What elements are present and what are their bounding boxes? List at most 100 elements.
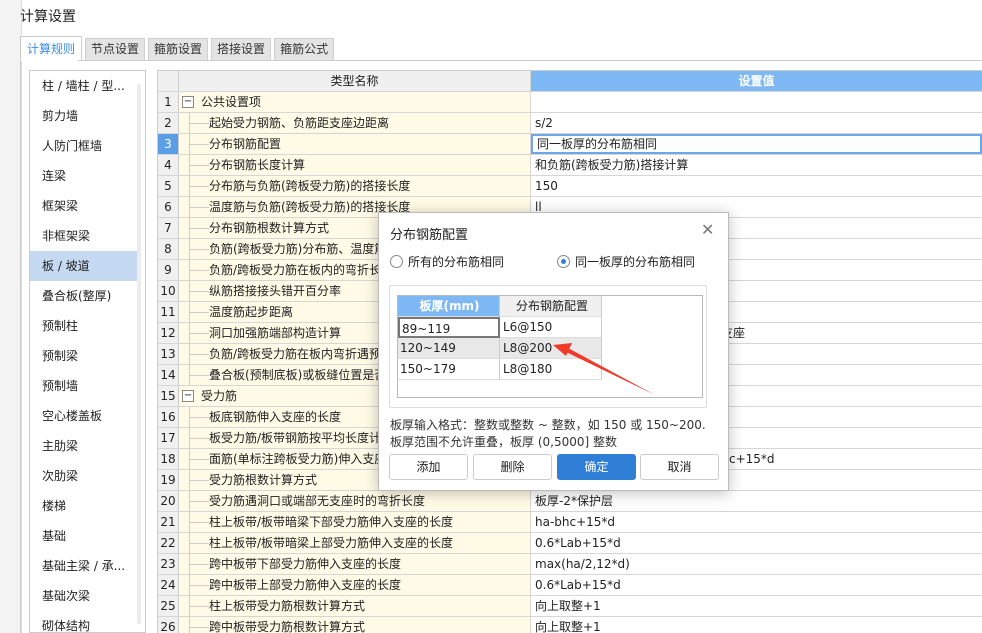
sidebar-item[interactable]: 基础次梁 (30, 581, 137, 611)
distribution-rebar-dialog: 分布钢筋配置 ✕ 所有的分布筋相同 同一板厚的分布筋相同 板厚(mm) 分布钢筋… (378, 212, 729, 491)
close-icon[interactable]: ✕ (701, 220, 714, 239)
table-row[interactable]: 3 分布钢筋配置 同一板厚的分布筋相同 (158, 134, 982, 155)
sidebar-item[interactable]: 砌体结构 (30, 611, 137, 632)
config-cell[interactable]: L8@180 (500, 359, 602, 380)
tree-branch-icon (189, 228, 209, 229)
table-row[interactable]: 1− 公共设置项 (158, 92, 982, 113)
setting-name: 跨中板带上部受力筋伸入支座的长度 (179, 575, 531, 595)
setting-value[interactable]: 0.6*Lab+15*d (531, 533, 982, 553)
sidebar-item[interactable]: 楼梯 (30, 491, 137, 521)
sidebar-item[interactable]: 预制梁 (30, 341, 137, 371)
row-number: 17 (158, 428, 179, 448)
collapse-toggle-icon[interactable]: − (182, 390, 194, 402)
dialog-title: 分布钢筋配置 (390, 228, 469, 243)
sidebar-item[interactable]: 预制墙 (30, 371, 137, 401)
radio-same-thickness[interactable]: 同一板厚的分布筋相同 (557, 253, 695, 270)
sidebar-item[interactable]: 连梁 (30, 161, 137, 191)
collapse-toggle-icon[interactable]: − (182, 96, 194, 108)
radio-all-same[interactable]: 所有的分布筋相同 (390, 253, 504, 270)
row-number: 4 (158, 155, 179, 175)
tree-branch-icon (189, 144, 209, 145)
add-button[interactable]: 添加 (389, 454, 468, 480)
thickness-cell[interactable]: 150~179 (398, 359, 500, 380)
config-row[interactable]: 150~179 L8@180 (398, 359, 702, 380)
tab-4[interactable]: 箍筋公式 (274, 38, 335, 60)
sidebar-item[interactable]: 预制柱 (30, 311, 137, 341)
header-config: 分布钢筋配置 (500, 296, 602, 317)
sidebar-item[interactable]: 柱 / 墙柱 / 型... (30, 71, 137, 101)
sidebar-scrollbar[interactable] (137, 84, 141, 624)
setting-label: 面筋(单标注跨板受力筋)伸入支座 (209, 452, 387, 466)
setting-value[interactable]: 0.6*Lab+15*d (531, 575, 982, 595)
delete-button[interactable]: 删除 (473, 454, 552, 480)
setting-value[interactable]: 同一板厚的分布筋相同 (531, 134, 982, 154)
table-row[interactable]: 23 跨中板带下部受力筋伸入支座的长度 max(ha/2,12*d) (158, 554, 982, 575)
sidebar-item[interactable]: 人防门框墙 (30, 131, 137, 161)
sidebar-item[interactable]: 次肋梁 (30, 461, 137, 491)
sidebar-item[interactable]: 空心楼盖板 (30, 401, 137, 431)
tab-2[interactable]: 箍筋设置 (148, 38, 209, 60)
table-row[interactable]: 21 柱上板带/板带暗梁下部受力筋伸入支座的长度 ha-bhc+15*d (158, 512, 982, 533)
sidebar-item[interactable]: 基础 (30, 521, 137, 551)
column-header-name: 类型名称 (179, 71, 531, 91)
tab-0[interactable]: 计算规则 (20, 36, 83, 61)
grid-header: 类型名称 设置值 (158, 71, 982, 92)
config-row[interactable]: 89~119 L6@150 (398, 317, 702, 338)
sidebar-item[interactable]: 非框架梁 (30, 221, 137, 251)
row-number: 7 (158, 218, 179, 238)
cancel-button[interactable]: 取消 (640, 454, 719, 480)
setting-label: 分布筋与负筋(跨板受力筋)的搭接长度 (209, 179, 411, 193)
config-cell[interactable]: L6@150 (500, 317, 602, 338)
row-number: 1 (158, 92, 179, 112)
setting-value[interactable]: 和负筋(跨板受力筋)搭接计算 (531, 155, 982, 175)
ok-button[interactable]: 确定 (557, 454, 636, 480)
table-row[interactable]: 22 柱上板带/板带暗梁上部受力筋伸入支座的长度 0.6*Lab+15*d (158, 533, 982, 554)
tree-branch-icon (189, 354, 209, 355)
sidebar-item[interactable]: 板 / 坡道 (30, 251, 137, 281)
table-row[interactable]: 5 分布筋与负筋(跨板受力筋)的搭接长度 150 (158, 176, 982, 197)
thickness-cell[interactable]: 89~119 (398, 317, 500, 338)
row-number: 20 (158, 491, 179, 511)
setting-value[interactable] (531, 92, 982, 112)
tree-branch-icon (189, 501, 209, 502)
table-row[interactable]: 24 跨中板带上部受力筋伸入支座的长度 0.6*Lab+15*d (158, 575, 982, 596)
tree-branch-icon (189, 165, 209, 166)
setting-value[interactable]: 向上取整+1 (531, 617, 982, 633)
tree-branch-icon (189, 480, 209, 481)
tab-3[interactable]: 搭接设置 (211, 38, 272, 60)
tree-branch-icon (189, 606, 209, 607)
row-number: 21 (158, 512, 179, 532)
column-header-value: 设置值 (531, 71, 982, 91)
setting-name: 受力筋遇洞口或端部无支座时的弯折长度 (179, 491, 531, 511)
setting-value[interactable]: ha-bhc+15*d (531, 512, 982, 532)
setting-name: 跨中板带下部受力筋伸入支座的长度 (179, 554, 531, 574)
thickness-cell[interactable]: 120~149 (398, 338, 500, 359)
setting-value[interactable]: s/2 (531, 113, 982, 133)
sidebar-item[interactable]: 剪力墙 (30, 101, 137, 131)
row-number: 5 (158, 176, 179, 196)
radio-circle[interactable] (390, 255, 403, 268)
row-number: 10 (158, 281, 179, 301)
row-number: 6 (158, 197, 179, 217)
table-row[interactable]: 4 分布钢筋长度计算 和负筋(跨板受力筋)搭接计算 (158, 155, 982, 176)
tab-1[interactable]: 节点设置 (85, 38, 146, 60)
table-row[interactable]: 20 受力筋遇洞口或端部无支座时的弯折长度 板厚-2*保护层 (158, 491, 982, 512)
config-row[interactable]: 120~149 L8@200 (398, 338, 702, 359)
table-row[interactable]: 2 起始受力钢筋、负筋距支座边距离 s/2 (158, 113, 982, 134)
sidebar-item[interactable]: 基础主梁 / 承... (30, 551, 137, 581)
setting-value[interactable]: 板厚-2*保护层 (531, 491, 982, 511)
table-row[interactable]: 26 跨中板带受力筋根数计算方式 向上取整+1 (158, 617, 982, 633)
setting-value[interactable]: 150 (531, 176, 982, 196)
config-cell[interactable]: L8@200 (500, 338, 602, 359)
setting-value[interactable]: max(ha/2,12*d) (531, 554, 982, 574)
row-number: 3 (158, 134, 179, 154)
tree-branch-icon (189, 333, 209, 334)
radio-circle-selected[interactable] (557, 255, 570, 268)
table-row[interactable]: 25 柱上板带受力筋根数计算方式 向上取整+1 (158, 596, 982, 617)
sidebar-item[interactable]: 框架梁 (30, 191, 137, 221)
tree-branch-icon (189, 522, 209, 523)
sidebar-item[interactable]: 叠合板(整厚) (30, 281, 137, 311)
setting-value[interactable]: 向上取整+1 (531, 596, 982, 616)
tree-branch-icon (189, 186, 209, 187)
sidebar-item[interactable]: 主肋梁 (30, 431, 137, 461)
